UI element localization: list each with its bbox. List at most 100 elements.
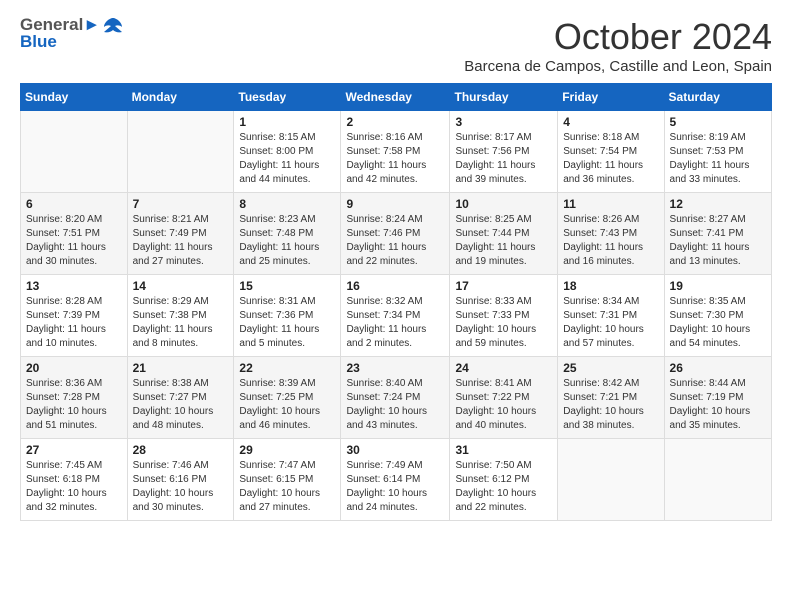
day-info: Sunrise: 8:29 AMSunset: 7:38 PMDaylight:…	[133, 295, 229, 351]
day-info: Sunrise: 8:34 AMSunset: 7:31 PMDaylight:…	[563, 295, 658, 351]
calendar-body: 1 Sunrise: 8:15 AMSunset: 8:00 PMDaylight…	[21, 111, 772, 521]
day-number: 20	[26, 361, 122, 375]
day-cell: 15 Sunrise: 8:31 AMSunset: 7:36 PMDayligh…	[234, 275, 341, 357]
header-cell-friday: Friday	[558, 84, 664, 111]
day-info: Sunrise: 8:15 AMSunset: 8:00 PMDaylight:…	[239, 131, 335, 187]
day-cell: 22 Sunrise: 8:39 AMSunset: 7:25 PMDayligh…	[234, 357, 341, 439]
day-info: Sunrise: 7:49 AMSunset: 6:14 PMDaylight:…	[346, 459, 444, 515]
day-number: 21	[133, 361, 229, 375]
header-cell-tuesday: Tuesday	[234, 84, 341, 111]
day-number: 7	[133, 197, 229, 211]
day-cell: 11 Sunrise: 8:26 AMSunset: 7:43 PMDayligh…	[558, 193, 664, 275]
day-cell: 6Sunrise: 8:20 AMSunset: 7:51 PMDaylight…	[21, 193, 128, 275]
day-cell: 9 Sunrise: 8:24 AMSunset: 7:46 PMDaylight…	[341, 193, 450, 275]
day-cell: 13 Sunrise: 8:28 AMSunset: 7:39 PMDayligh…	[21, 275, 128, 357]
day-info: Sunrise: 8:33 AMSunset: 7:33 PMDaylight:…	[455, 295, 552, 351]
day-number: 26	[670, 361, 766, 375]
day-cell: 29 Sunrise: 7:47 AMSunset: 6:15 PMDayligh…	[234, 439, 341, 521]
day-cell	[21, 111, 128, 193]
day-cell: 20 Sunrise: 8:36 AMSunset: 7:28 PMDayligh…	[21, 357, 128, 439]
day-cell	[558, 439, 664, 521]
day-number: 28	[133, 443, 229, 457]
day-number: 17	[455, 279, 552, 293]
day-info: Sunrise: 8:26 AMSunset: 7:43 PMDaylight:…	[563, 213, 658, 269]
day-number: 23	[346, 361, 444, 375]
day-cell: 8Sunrise: 8:23 AMSunset: 7:48 PMDaylight…	[234, 193, 341, 275]
day-cell: 10Sunrise: 8:25 AMSunset: 7:44 PMDayligh…	[450, 193, 558, 275]
day-cell: 31Sunrise: 7:50 AMSunset: 6:12 PMDayligh…	[450, 439, 558, 521]
header: General► Blue October 2024 Barcena de Ca…	[20, 16, 772, 75]
day-info: Sunrise: 7:45 AMSunset: 6:18 PMDaylight:…	[26, 459, 122, 515]
week-row-3: 13 Sunrise: 8:28 AMSunset: 7:39 PMDayligh…	[21, 275, 772, 357]
day-info: Sunrise: 8:25 AMSunset: 7:44 PMDaylight:…	[455, 213, 552, 269]
day-number: 11	[563, 197, 658, 211]
day-info: Sunrise: 8:44 AMSunset: 7:19 PMDaylight:…	[670, 377, 766, 433]
day-info: Sunrise: 8:38 AMSunset: 7:27 PMDaylight:…	[133, 377, 229, 433]
header-cell-monday: Monday	[127, 84, 234, 111]
day-info: Sunrise: 8:17 AMSunset: 7:56 PMDaylight:…	[455, 131, 552, 187]
day-info: Sunrise: 7:50 AMSunset: 6:12 PMDaylight:…	[455, 459, 552, 515]
day-cell: 14 Sunrise: 8:29 AMSunset: 7:38 PMDayligh…	[127, 275, 234, 357]
day-info: Sunrise: 8:32 AMSunset: 7:34 PMDaylight:…	[346, 295, 444, 351]
day-number: 4	[563, 115, 658, 129]
day-number: 18	[563, 279, 658, 293]
day-cell: 19 Sunrise: 8:35 AMSunset: 7:30 PMDayligh…	[664, 275, 771, 357]
day-cell: 16 Sunrise: 8:32 AMSunset: 7:34 PMDayligh…	[341, 275, 450, 357]
day-cell	[664, 439, 771, 521]
day-number: 13	[26, 279, 122, 293]
day-number: 27	[26, 443, 122, 457]
title-block: October 2024 Barcena de Campos, Castille…	[464, 16, 772, 75]
day-cell: 3 Sunrise: 8:17 AMSunset: 7:56 PMDaylight…	[450, 111, 558, 193]
logo-icon	[102, 16, 124, 43]
day-number: 12	[670, 197, 766, 211]
day-info: Sunrise: 8:31 AMSunset: 7:36 PMDaylight:…	[239, 295, 335, 351]
day-cell: 24 Sunrise: 8:41 AMSunset: 7:22 PMDayligh…	[450, 357, 558, 439]
calendar-table: SundayMondayTuesdayWednesdayThursdayFrid…	[20, 83, 772, 521]
week-row-2: 6Sunrise: 8:20 AMSunset: 7:51 PMDaylight…	[21, 193, 772, 275]
day-number: 16	[346, 279, 444, 293]
day-number: 3	[455, 115, 552, 129]
logo-line2: Blue	[20, 33, 57, 52]
day-number: 24	[455, 361, 552, 375]
day-info: Sunrise: 8:18 AMSunset: 7:54 PMDaylight:…	[563, 131, 658, 187]
day-info: Sunrise: 8:24 AMSunset: 7:46 PMDaylight:…	[346, 213, 444, 269]
header-cell-thursday: Thursday	[450, 84, 558, 111]
day-number: 2	[346, 115, 444, 129]
day-number: 25	[563, 361, 658, 375]
header-cell-wednesday: Wednesday	[341, 84, 450, 111]
day-cell: 5Sunrise: 8:19 AMSunset: 7:53 PMDaylight…	[664, 111, 771, 193]
week-row-1: 1 Sunrise: 8:15 AMSunset: 8:00 PMDaylight…	[21, 111, 772, 193]
day-info: Sunrise: 8:20 AMSunset: 7:51 PMDaylight:…	[26, 213, 122, 269]
day-info: Sunrise: 8:39 AMSunset: 7:25 PMDaylight:…	[239, 377, 335, 433]
day-cell: 18 Sunrise: 8:34 AMSunset: 7:31 PMDayligh…	[558, 275, 664, 357]
day-number: 9	[346, 197, 444, 211]
day-cell	[127, 111, 234, 193]
day-number: 29	[239, 443, 335, 457]
day-number: 22	[239, 361, 335, 375]
day-info: Sunrise: 8:41 AMSunset: 7:22 PMDaylight:…	[455, 377, 552, 433]
day-info: Sunrise: 8:36 AMSunset: 7:28 PMDaylight:…	[26, 377, 122, 433]
day-info: Sunrise: 8:23 AMSunset: 7:48 PMDaylight:…	[239, 213, 335, 269]
page: General► Blue October 2024 Barcena de Ca…	[0, 0, 792, 612]
day-cell: 30 Sunrise: 7:49 AMSunset: 6:14 PMDayligh…	[341, 439, 450, 521]
day-cell: 27 Sunrise: 7:45 AMSunset: 6:18 PMDayligh…	[21, 439, 128, 521]
header-cell-sunday: Sunday	[21, 84, 128, 111]
day-info: Sunrise: 8:35 AMSunset: 7:30 PMDaylight:…	[670, 295, 766, 351]
day-info: Sunrise: 8:16 AMSunset: 7:58 PMDaylight:…	[346, 131, 444, 187]
day-cell: 28 Sunrise: 7:46 AMSunset: 6:16 PMDayligh…	[127, 439, 234, 521]
week-row-4: 20 Sunrise: 8:36 AMSunset: 7:28 PMDayligh…	[21, 357, 772, 439]
day-cell: 21 Sunrise: 8:38 AMSunset: 7:27 PMDayligh…	[127, 357, 234, 439]
day-info: Sunrise: 7:46 AMSunset: 6:16 PMDaylight:…	[133, 459, 229, 515]
day-number: 15	[239, 279, 335, 293]
day-cell: 23Sunrise: 8:40 AMSunset: 7:24 PMDayligh…	[341, 357, 450, 439]
day-info: Sunrise: 8:42 AMSunset: 7:21 PMDaylight:…	[563, 377, 658, 433]
day-info: Sunrise: 8:28 AMSunset: 7:39 PMDaylight:…	[26, 295, 122, 351]
day-cell: 12Sunrise: 8:27 AMSunset: 7:41 PMDayligh…	[664, 193, 771, 275]
day-number: 14	[133, 279, 229, 293]
day-info: Sunrise: 7:47 AMSunset: 6:15 PMDaylight:…	[239, 459, 335, 515]
day-number: 19	[670, 279, 766, 293]
day-number: 1	[239, 115, 335, 129]
day-number: 30	[346, 443, 444, 457]
location-title: Barcena de Campos, Castille and Leon, Sp…	[464, 58, 772, 75]
day-cell: 1 Sunrise: 8:15 AMSunset: 8:00 PMDaylight…	[234, 111, 341, 193]
